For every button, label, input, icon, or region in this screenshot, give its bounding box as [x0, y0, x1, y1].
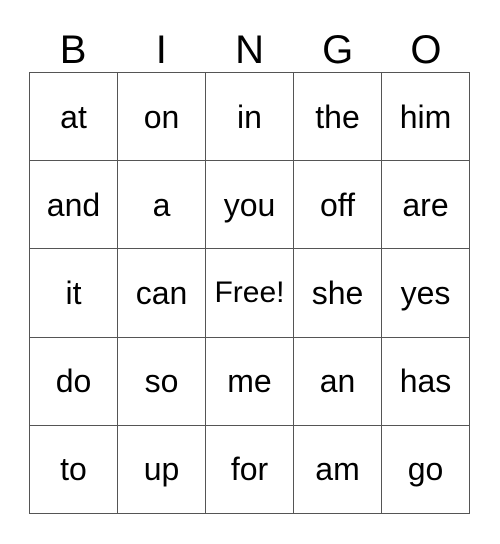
bingo-cell[interactable]: on — [118, 73, 206, 162]
bingo-row: it can Free! she yes — [30, 249, 470, 338]
bingo-cell[interactable]: so — [118, 337, 206, 426]
bingo-grid: at on in the him and a you off are it ca… — [29, 72, 470, 515]
bingo-cell[interactable]: to — [30, 425, 118, 515]
bingo-cell[interactable]: at — [30, 73, 118, 162]
bingo-cell[interactable]: me — [206, 337, 294, 426]
bingo-cell[interactable]: a — [118, 161, 206, 250]
bingo-cell[interactable]: are — [382, 161, 470, 250]
bingo-card: B I N G O at on in the him and a you off… — [0, 0, 500, 544]
bingo-cell[interactable]: an — [294, 337, 382, 426]
bingo-header-row: B I N G O — [29, 18, 470, 72]
bingo-cell[interactable]: in — [206, 73, 294, 162]
bingo-cell[interactable]: and — [30, 161, 118, 250]
bingo-cell[interactable]: she — [294, 249, 382, 338]
bingo-cell[interactable]: him — [382, 73, 470, 162]
bingo-cell[interactable]: it — [30, 249, 118, 338]
bingo-cell[interactable]: has — [382, 337, 470, 426]
bingo-header-letter-i: I — [155, 28, 167, 72]
bingo-row: to up for am go — [30, 425, 470, 515]
bingo-cell[interactable]: the — [294, 73, 382, 162]
bingo-cell-free-space[interactable]: Free! — [206, 249, 294, 338]
bingo-cell[interactable]: can — [118, 249, 206, 338]
bingo-cell[interactable]: am — [294, 425, 382, 515]
bingo-cell[interactable]: for — [206, 425, 294, 515]
bingo-row: at on in the him — [30, 73, 470, 162]
bingo-cell[interactable]: you — [206, 161, 294, 250]
bingo-header-letter-n: N — [235, 28, 264, 72]
bingo-header-letter-b: B — [59, 28, 87, 72]
bingo-header-letter-g: G — [322, 28, 354, 72]
bingo-cell[interactable]: do — [30, 337, 118, 426]
bingo-row: do so me an has — [30, 337, 470, 426]
bingo-cell[interactable]: off — [294, 161, 382, 250]
bingo-cell[interactable]: yes — [382, 249, 470, 338]
bingo-cell[interactable]: up — [118, 425, 206, 515]
bingo-cell[interactable]: go — [382, 425, 470, 515]
bingo-row: and a you off are — [30, 161, 470, 250]
bingo-header-letter-o: O — [410, 28, 442, 72]
